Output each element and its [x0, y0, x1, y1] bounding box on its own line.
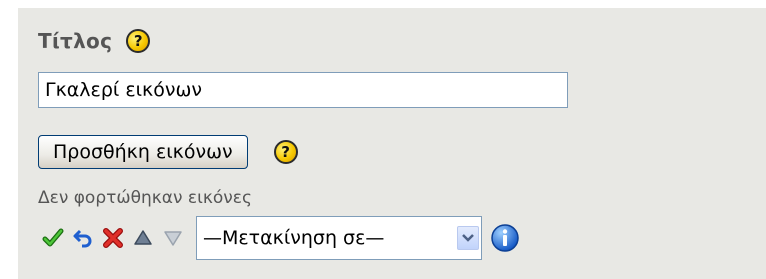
undo-icon[interactable]	[70, 225, 96, 251]
title-input[interactable]: Γκαλερί εικόνων	[38, 72, 568, 108]
title-label: Τίτλος	[38, 29, 113, 53]
info-icon[interactable]	[490, 223, 520, 253]
move-up-icon[interactable]	[130, 225, 156, 251]
add-images-row: Προσθήκη εικόνων ?	[38, 135, 298, 169]
add-images-button[interactable]: Προσθήκη εικόνων	[38, 135, 248, 169]
move-down-icon[interactable]	[160, 225, 186, 251]
image-toolbar: —Μετακίνηση σε—	[40, 214, 520, 262]
move-to-select-value: —Μετακίνηση σε—	[203, 227, 385, 249]
delete-icon[interactable]	[100, 225, 126, 251]
check-icon[interactable]	[40, 225, 66, 251]
upload-status-text: Δεν φορτώθηκαν εικόνες	[38, 188, 252, 208]
chevron-down-icon[interactable]	[457, 226, 479, 250]
move-to-select[interactable]: —Μετακίνηση σε—	[196, 216, 482, 260]
help-icon[interactable]: ?	[273, 140, 298, 164]
title-settings-panel: Τίτλος ? Γκαλερί εικόνων Προσθήκη εικόνω…	[18, 8, 766, 279]
title-row: Τίτλος ?	[38, 24, 151, 58]
help-icon[interactable]: ?	[126, 29, 151, 53]
